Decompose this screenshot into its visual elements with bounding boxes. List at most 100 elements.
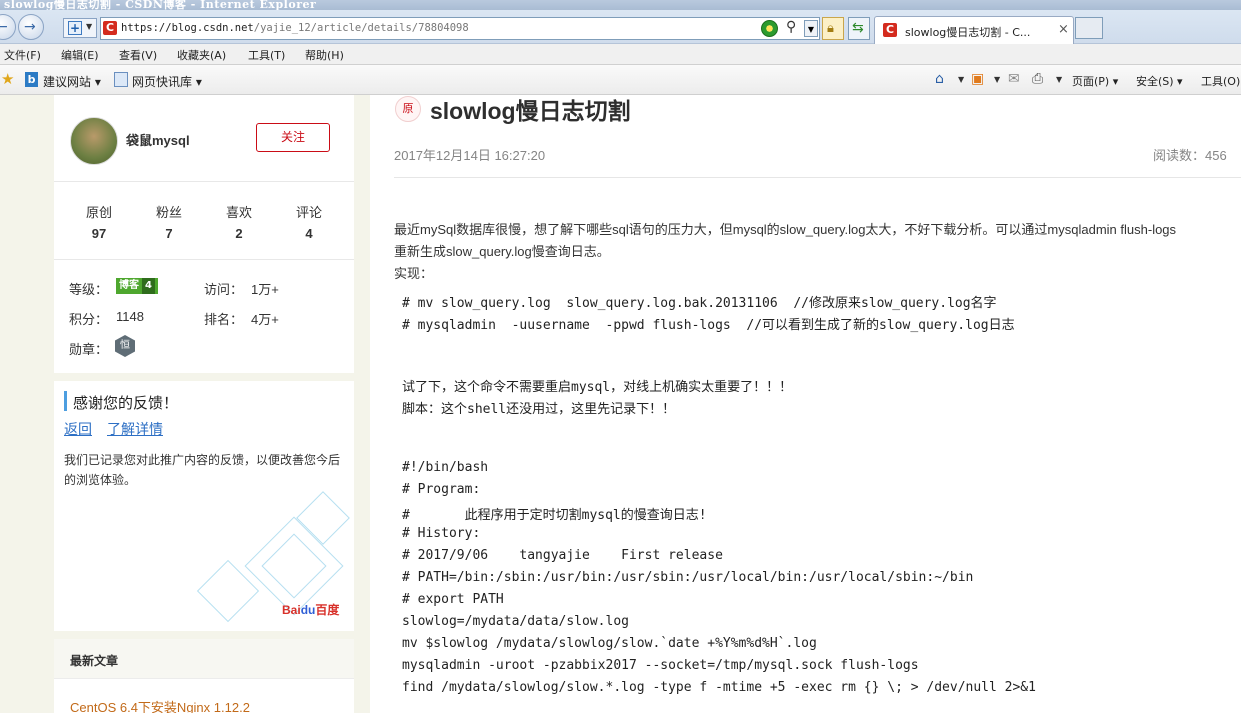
address-url: https://blog.csdn.net/yajie_12/article/d…	[121, 22, 469, 34]
tools-menu[interactable]: 工具(O)	[1201, 73, 1240, 89]
points-value: 1148	[116, 309, 144, 324]
rank-value: 4万+	[251, 312, 279, 327]
code-line: # Program:	[402, 482, 481, 497]
window-titlebar: slowlog慢日志切割 - CSDN博客 - Internet Explore…	[0, 0, 1241, 10]
follow-button[interactable]: 关注	[256, 123, 330, 152]
security-lock-button[interactable]: 🔒︎	[822, 17, 844, 40]
menu-file[interactable]: 文件(F)	[4, 47, 41, 63]
back-link[interactable]: 返回	[64, 419, 92, 439]
code-line: #!/bin/bash	[402, 460, 489, 475]
author-name[interactable]: 袋鼠mysql	[126, 130, 190, 149]
stat-original[interactable]: 原创 97	[69, 202, 129, 241]
recent-articles-header: 最新文章	[54, 639, 354, 679]
intro-line: 最近mySql数据库很慢，想了解下哪些sql语句的压力大，但mysql的slow…	[394, 222, 1177, 237]
page-menu[interactable]: 页面(P) ▾	[1072, 73, 1118, 89]
menu-edit[interactable]: 编辑(E)	[61, 47, 99, 63]
code-line: mysqladmin -uroot -pzabbix2017 --socket=…	[402, 658, 919, 673]
print-icon[interactable]: ⎙	[1032, 71, 1043, 87]
visits-value: 1万+	[251, 282, 279, 297]
note-line: 脚本：这个shell还没用过，这里先记录下！！	[402, 402, 676, 417]
stat-value: 97	[91, 226, 107, 241]
author-profile-card: 袋鼠mysql 关注 原创 97 粉丝 7 喜欢 2 评论 4 等级： 博客 4 …	[54, 95, 354, 373]
menu-bar: 文件(F) 编辑(E) 查看(V) 收藏夹(A) 工具(T) 帮助(H)	[0, 44, 1241, 65]
code-line: # 此程序用于定时切割mysql的慢查询日志!	[402, 508, 707, 523]
print-dropdown-icon[interactable]: ▼	[1056, 75, 1062, 84]
code-line: find /mydata/slowlog/slow.*.log -type f …	[402, 680, 1036, 695]
code-line: # mv slow_query.log slow_query.log.bak.2…	[402, 296, 997, 311]
csdn-favicon-icon: C	[103, 21, 117, 35]
stat-value: 4	[305, 226, 313, 241]
stat-label: 原创	[85, 205, 112, 220]
csdn-tab-icon: C	[883, 23, 897, 37]
home-dropdown-icon[interactable]: ▼	[958, 75, 964, 84]
menu-favorites[interactable]: 收藏夹(A)	[177, 47, 226, 63]
intro-line: 重新生成slow_query.log慢查询日志。	[394, 244, 610, 259]
learn-more-link[interactable]: 了解详情	[107, 419, 163, 439]
recent-article-link[interactable]: CentOS 6.4下安装Nginx 1.12.2	[70, 697, 250, 713]
medal-label: 勋章：	[69, 342, 109, 357]
stat-comments[interactable]: 评论 4	[279, 202, 339, 241]
menu-help[interactable]: 帮助(H)	[305, 47, 344, 63]
back-button[interactable]: ←	[0, 14, 16, 40]
code-line: # 2017/9/06 tangyajie First release	[402, 548, 723, 563]
search-icon[interactable]: ⚲	[786, 19, 796, 35]
feedback-body: 我们已记录您对此推广内容的反馈，以便改善您今后的浏览体验。	[64, 453, 341, 487]
mail-icon[interactable]: ✉	[1008, 71, 1020, 87]
feedback-title: 感谢您的反馈！	[73, 395, 179, 412]
code-line: slowlog=/mydata/data/slow.log	[402, 614, 629, 629]
new-tab-button[interactable]	[1075, 17, 1103, 39]
refresh-icon: ⇆	[852, 20, 864, 36]
level-badge-text: 博客	[119, 280, 139, 291]
stat-label: 喜欢	[225, 205, 252, 220]
medal-icon[interactable]: 恒	[115, 335, 135, 357]
divider	[54, 181, 354, 182]
menu-tools[interactable]: 工具(T)	[248, 47, 285, 63]
suggested-sites-link[interactable]: 建议网站 ▾	[43, 73, 101, 90]
compatibility-icon: +	[68, 21, 82, 35]
menu-view[interactable]: 查看(V)	[119, 47, 157, 63]
article-content: 原 slowlog慢日志切割 2017年12月14日 16:27:20 阅读数：…	[370, 95, 1241, 713]
compatibility-view-button[interactable]: + ▼	[63, 18, 97, 38]
tab-close-icon[interactable]: ×	[1058, 22, 1069, 37]
level-number: 4	[142, 278, 155, 294]
back-arrow-icon: ←	[0, 19, 8, 35]
stat-label: 粉丝	[155, 205, 182, 220]
bing-icon: b	[25, 72, 38, 87]
url-host: https://blog.csdn.net	[121, 22, 254, 34]
avatar[interactable]	[70, 117, 118, 165]
safety-menu[interactable]: 安全(S) ▾	[1136, 73, 1183, 89]
stat-value: 2	[235, 226, 243, 241]
stat-likes[interactable]: 喜欢 2	[209, 202, 269, 241]
favorites-star-icon[interactable]: ★	[1, 70, 14, 88]
code-line: # PATH=/bin:/sbin:/usr/bin:/usr/sbin:/us…	[402, 570, 974, 585]
tab-title: slowlog慢日志切割 - C...	[905, 26, 1031, 39]
stat-fans[interactable]: 粉丝 7	[139, 202, 199, 241]
original-badge: 原	[395, 96, 421, 122]
forward-button[interactable]: →	[18, 14, 44, 40]
code-line: mv $slowlog /mydata/slowlog/slow.`date +…	[402, 636, 817, 651]
level-badge[interactable]: 博客 4	[116, 278, 158, 294]
article-title: slowlog慢日志切割	[430, 98, 631, 124]
refresh-button[interactable]: ⇆	[848, 17, 870, 40]
address-bar[interactable]: C https://blog.csdn.net/yajie_12/article…	[100, 17, 820, 40]
forward-arrow-icon: →	[24, 19, 36, 35]
divider	[54, 259, 354, 260]
ad-feedback-card: 感谢您的反馈！ 返回 了解详情 我们已记录您对此推广内容的反馈，以便改善您今后的…	[54, 381, 354, 631]
rss-feed-icon[interactable]: ▣	[971, 71, 984, 87]
divider	[394, 177, 1241, 178]
rss-dropdown-icon[interactable]: ▼	[994, 75, 1000, 84]
code-line: # export PATH	[402, 592, 504, 607]
points-label: 积分：	[69, 312, 109, 327]
home-icon[interactable]: ⌂	[935, 71, 944, 87]
compat-indicator-icon[interactable]	[761, 20, 778, 37]
web-slice-gallery-link[interactable]: 网页快讯库 ▾	[132, 73, 202, 90]
address-dropdown-button[interactable]: ▼	[804, 20, 818, 37]
baidu-logo[interactable]: Baidu百度	[282, 601, 339, 618]
navigation-bar: ← → + ▼ C https://blog.csdn.net/yajie_12…	[0, 10, 1241, 44]
recent-articles-title: 最新文章	[70, 654, 119, 668]
article-read-count: 阅读数：456	[1153, 148, 1227, 163]
browser-tab[interactable]: C slowlog慢日志切割 - C... ×	[874, 16, 1074, 44]
recent-articles-card: 最新文章 CentOS 6.4下安装Nginx 1.12.2	[54, 639, 354, 713]
favorites-bar: ★ b 建议网站 ▾ 网页快讯库 ▾ ⌂ ▼ ▣ ▼ ✉ ⎙ ▼ 页面(P) ▾…	[0, 65, 1241, 95]
web-page: 袋鼠mysql 关注 原创 97 粉丝 7 喜欢 2 评论 4 等级： 博客 4 …	[0, 95, 1241, 713]
